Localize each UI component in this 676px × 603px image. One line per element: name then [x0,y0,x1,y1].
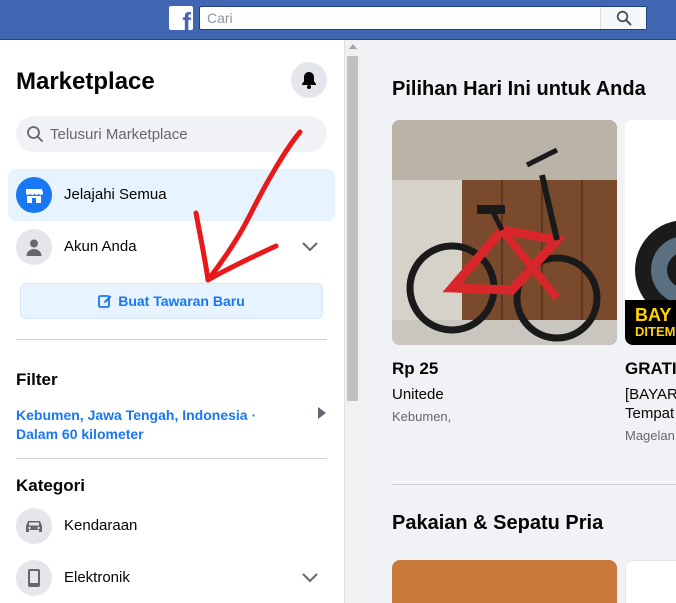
scroll-thumb[interactable] [347,56,358,401]
chevron-down-icon[interactable] [301,572,319,584]
marketplace-search [16,116,327,152]
listing-title: Unitede [392,386,444,403]
global-search [199,6,647,30]
phone-icon [16,560,52,596]
listing-price: Rp 25 [392,359,439,378]
nav-browse-all-label: Jelajahi Semua [64,186,167,203]
section-title-mens-clothing: Pakaian & Sepatu Pria [392,512,604,534]
categories-heading: Kategori [16,476,85,495]
listing-photo-partial[interactable] [625,560,676,603]
create-listing-button[interactable]: Buat Tawaran Baru [20,283,323,319]
notifications-button[interactable] [291,62,327,98]
listing-location: Magelan [625,428,675,443]
scroll-up-arrow-icon[interactable] [349,44,357,49]
storefront-icon [16,177,52,213]
category-label: Elektronik [64,569,130,586]
listing-card[interactable]: BAY DITEM GRATI [BAYAR Tempat Magelan [625,120,676,444]
listing-price: GRATI [625,359,676,378]
bell-icon [302,72,316,89]
nav-browse-all[interactable]: Jelajahi Semua [8,169,335,221]
sidebar-scrollbar[interactable] [344,40,360,603]
facebook-logo[interactable]: f [169,6,193,30]
car-icon [16,508,52,544]
person-icon [16,229,52,265]
listing-photo-partial[interactable] [392,560,617,603]
nav-your-account-label: Akun Anda [64,238,137,255]
category-item-electronics[interactable]: Elektronik [8,552,335,603]
search-icon [616,10,631,26]
caret-right-icon[interactable] [318,407,326,419]
marketplace-sidebar: Marketplace Jelajahi Semua Akun Anda Bua… [0,40,344,603]
section-title-todays-picks: Pilihan Hari Ini untuk Anda [392,78,646,100]
listing-location: Kebumen, [392,409,452,424]
category-item-vehicles[interactable]: Kendaraan [8,500,335,552]
facebook-logo-glyph: f [182,7,191,30]
listing-photo-bicycle[interactable] [392,120,617,345]
divider [16,458,327,459]
listing-card[interactable]: Rp 25 Unitede Kebumen, [392,120,617,425]
global-search-button[interactable] [600,7,646,29]
category-label: Kendaraan [64,517,138,534]
marketplace-feed: Pilihan Hari Ini untuk Anda Rp 25 United… [360,40,676,603]
edit-icon [98,295,112,308]
listing-title: [BAYAR Tempat [625,386,676,422]
nav-your-account[interactable]: Akun Anda [8,221,335,273]
chevron-down-icon[interactable] [301,241,319,253]
divider [392,484,676,485]
create-listing-label: Buat Tawaran Baru [118,293,245,309]
divider [16,339,327,340]
listing-badge-line2: DITEM [635,324,676,339]
listing-photo-product[interactable]: BAY DITEM [625,120,676,345]
listing-badge-line1: BAY [635,305,672,325]
search-icon [27,126,43,142]
page-title: Marketplace [16,68,155,95]
top-navigation-bar: f [0,0,676,40]
global-search-input[interactable] [200,7,600,29]
marketplace-search-input[interactable] [50,116,320,152]
location-filter[interactable]: Kebumen, Jawa Tengah, Indonesia · Dalam … [16,406,296,444]
filter-heading: Filter [16,370,58,389]
